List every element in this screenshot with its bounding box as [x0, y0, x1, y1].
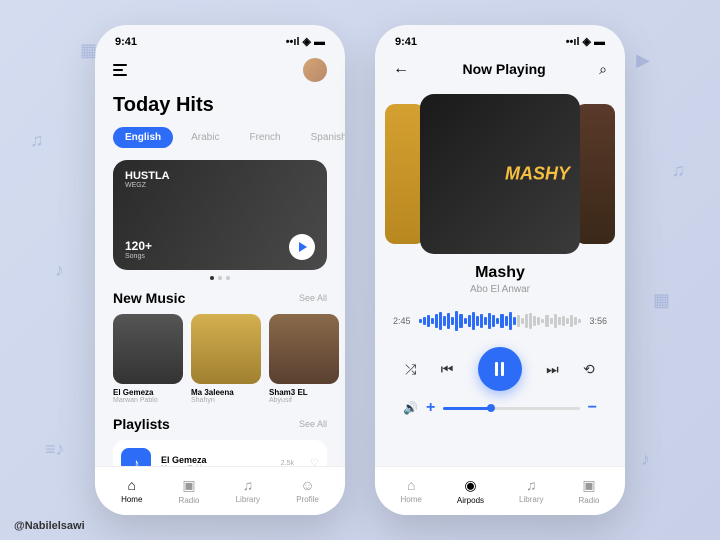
tab-home[interactable]: ⌂Home	[401, 477, 422, 505]
volume-icon[interactable]: 🔊	[403, 401, 418, 415]
song-title: Mashy	[393, 264, 607, 282]
tab-english[interactable]: English	[113, 127, 173, 148]
heart-icon[interactable]: ♡	[310, 458, 319, 467]
battery-icon: ▬	[594, 36, 605, 48]
hero-card[interactable]: HUSTLA WEGZ 120+ Songs	[113, 160, 327, 270]
profile-icon: ☺	[300, 477, 314, 493]
tabbar: ⌂Home ◉Airpods ♫Library ▣Radio	[375, 466, 625, 515]
avatar[interactable]	[303, 58, 327, 82]
search-icon[interactable]: ⌕	[599, 61, 607, 78]
phone-player: 9:41 ••ıl ◈ ▬ ← Now Playing ⌕ MASHY Mash…	[375, 25, 625, 515]
tab-library[interactable]: ♫Library	[236, 477, 260, 505]
tab-radio[interactable]: ▣Radio	[579, 477, 600, 505]
minus-icon[interactable]: −	[588, 399, 597, 417]
home-icon: ⌂	[128, 477, 136, 493]
library-icon: ♫	[526, 477, 537, 493]
status-time: 9:41	[115, 36, 137, 48]
wifi-icon: ◈	[303, 35, 311, 48]
status-icons: ••ıl ◈ ▬	[286, 35, 325, 48]
tab-arabic[interactable]: Arabic	[179, 127, 231, 148]
music-card[interactable]: Sham3 EL Abyusif	[269, 314, 339, 404]
tab-radio[interactable]: ▣Radio	[179, 477, 200, 505]
playlists-title: Playlists	[113, 416, 170, 432]
plus-icon[interactable]: +	[426, 399, 435, 417]
wifi-icon: ◈	[583, 35, 591, 48]
hero-artist: WEGZ	[125, 182, 170, 189]
hero-title: HUSTLA	[125, 170, 170, 182]
signal-icon: ••ıl	[566, 36, 580, 48]
tab-french[interactable]: French	[237, 127, 292, 148]
tab-library[interactable]: ♫Library	[519, 477, 543, 505]
music-card[interactable]: Ma 3aleena Shahyn	[191, 314, 261, 404]
music-note-icon: ♪	[121, 448, 151, 466]
repeat-icon[interactable]: ⟲	[583, 361, 595, 378]
tab-airpods[interactable]: ◉Airpods	[457, 477, 484, 505]
volume-slider[interactable]	[443, 407, 579, 410]
library-icon: ♫	[243, 477, 254, 493]
radio-icon: ▣	[182, 477, 195, 494]
radio-icon: ▣	[582, 477, 595, 494]
menu-icon[interactable]	[113, 64, 131, 76]
shuffle-icon[interactable]: ⤮	[405, 361, 416, 378]
phone-home: 9:41 ••ıl ◈ ▬ Today Hits English Arabic …	[95, 25, 345, 515]
home-icon: ⌂	[407, 477, 415, 493]
back-icon[interactable]: ←	[393, 60, 409, 78]
tab-profile[interactable]: ☺Profile	[296, 477, 319, 505]
new-music-title: New Music	[113, 290, 185, 306]
prev-album-art[interactable]	[385, 104, 425, 244]
album-art[interactable]: MASHY	[420, 94, 580, 254]
tabbar: ⌂Home ▣Radio ♫Library ☺Profile	[95, 466, 345, 515]
prev-icon[interactable]: ⏮	[441, 361, 454, 378]
waveform[interactable]	[419, 309, 582, 333]
hero-count-label: Songs	[125, 253, 152, 260]
music-card[interactable]: El Gemeza Marwan Pablo	[113, 314, 183, 404]
airpods-icon: ◉	[464, 477, 476, 494]
tab-home[interactable]: ⌂Home	[121, 477, 142, 505]
hero-count: 120+	[125, 239, 152, 253]
battery-icon: ▬	[314, 36, 325, 48]
album-text: MASHY	[505, 164, 570, 185]
status-icons: ••ıl ◈ ▬	[566, 35, 605, 48]
status-time: 9:41	[395, 36, 417, 48]
play-icon[interactable]	[289, 234, 315, 260]
tab-spanish[interactable]: Spanish	[299, 127, 345, 148]
signal-icon: ••ıl	[286, 36, 300, 48]
status-bar: 9:41 ••ıl ◈ ▬	[95, 25, 345, 52]
credit: @Nabilelsawi	[14, 520, 85, 532]
pause-button[interactable]	[478, 347, 522, 391]
see-all-link[interactable]: See All	[299, 293, 327, 303]
page-title: Today Hits	[113, 94, 327, 117]
next-icon[interactable]: ⏭	[546, 361, 559, 378]
time-current: 2:45	[393, 316, 411, 326]
song-artist: Abo El Anwar	[393, 284, 607, 295]
now-playing-title: Now Playing	[462, 61, 545, 77]
next-album-art[interactable]	[575, 104, 615, 244]
time-total: 3:56	[589, 316, 607, 326]
playlist-card[interactable]: ♪ El Gemeza Marwan Pablo 2.5k ♡	[113, 440, 327, 466]
see-all-link[interactable]: See All	[299, 419, 327, 429]
status-bar: 9:41 ••ıl ◈ ▬	[375, 25, 625, 52]
